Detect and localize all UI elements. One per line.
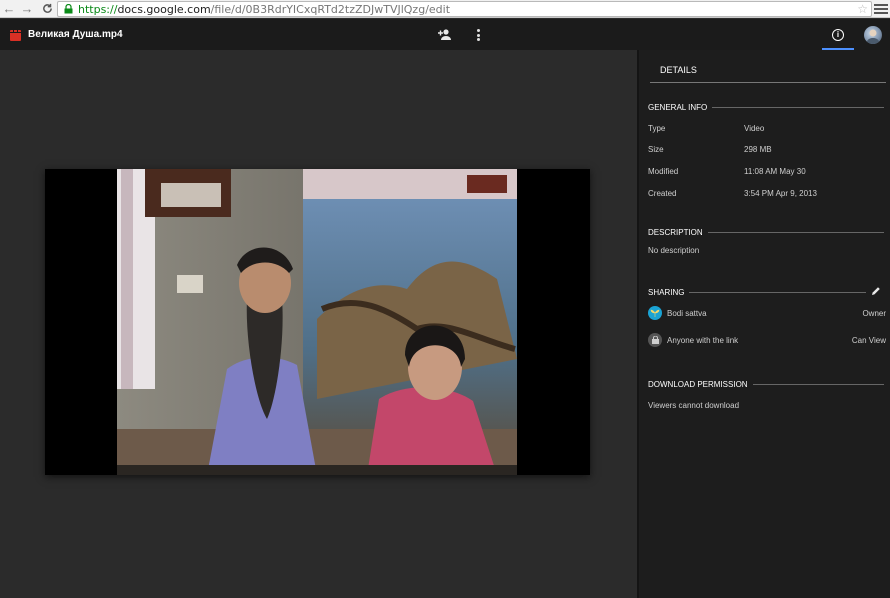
section-heading-label: SHARING — [648, 288, 685, 297]
address-bar[interactable]: https://docs.google.com/file/d/0B3RdrYIC… — [57, 1, 872, 17]
details-panel: DETAILS GENERAL INFO Type Video Size 298… — [637, 50, 890, 598]
url-path: /file/d/0B3RdrYICxqRTd2tzZDJwTVJlQzg/edi… — [210, 2, 451, 16]
created-value: 3:54 PM Apr 9, 2013 — [744, 189, 817, 198]
type-value: Video — [744, 124, 765, 133]
star-icon[interactable]: ☆ — [857, 2, 868, 16]
share-role: Owner — [862, 308, 886, 318]
info-icon: i — [832, 28, 844, 41]
type-label: Type — [648, 124, 666, 133]
size-value: 298 MB — [744, 145, 772, 154]
share-entry-owner[interactable]: Bodi sattva Owner — [648, 305, 886, 321]
description-heading: DESCRIPTION — [648, 228, 884, 237]
section-heading-label: DESCRIPTION — [648, 228, 703, 237]
file-title: Великая Душа.mp4 — [28, 29, 123, 40]
modified-value: 11:08 AM May 30 — [744, 167, 806, 176]
back-icon[interactable]: ← — [0, 0, 18, 18]
reload-icon[interactable] — [38, 0, 56, 18]
video-file-icon — [10, 30, 21, 41]
share-name: Anyone with the link — [667, 335, 739, 345]
url-scheme: https:// — [78, 2, 118, 16]
app-header: Великая Душа.mp4 i — [0, 19, 890, 50]
sharing-heading: SHARING — [648, 288, 866, 297]
panel-title: DETAILS — [660, 65, 697, 75]
description-text: No description — [648, 246, 700, 255]
video-player[interactable] — [45, 169, 590, 475]
general-info-heading: GENERAL INFO — [648, 103, 884, 112]
created-label: Created — [648, 189, 677, 198]
forward-icon[interactable]: → — [18, 0, 36, 18]
share-role: Can View — [851, 335, 886, 345]
download-permission-heading: DOWNLOAD PERMISSION — [648, 380, 884, 389]
video-viewer — [0, 50, 637, 598]
download-permission-text: Viewers cannot download — [648, 401, 740, 410]
share-name: Bodi sattva — [667, 308, 707, 318]
section-heading-label: GENERAL INFO — [648, 103, 708, 112]
share-entry-link[interactable]: Anyone with the link Can View — [648, 332, 886, 348]
add-person-icon[interactable] — [437, 28, 453, 42]
section-heading-label: DOWNLOAD PERMISSION — [648, 380, 748, 389]
avatar[interactable] — [864, 26, 882, 44]
url-host: docs.google.com — [117, 2, 211, 16]
user-avatar-icon — [648, 306, 662, 320]
video-frame — [117, 169, 517, 475]
modified-label: Modified — [648, 167, 679, 176]
more-vert-icon[interactable] — [474, 28, 482, 42]
edit-icon[interactable] — [871, 286, 881, 296]
details-button[interactable]: i — [822, 19, 854, 50]
chrome-menu-icon[interactable] — [874, 1, 888, 17]
lock-icon — [62, 3, 74, 15]
link-icon — [648, 333, 662, 347]
size-label: Size — [648, 145, 664, 154]
divider — [650, 82, 886, 83]
browser-toolbar: ← → https://docs.google.com/file/d/0B3Rd… — [0, 0, 890, 18]
